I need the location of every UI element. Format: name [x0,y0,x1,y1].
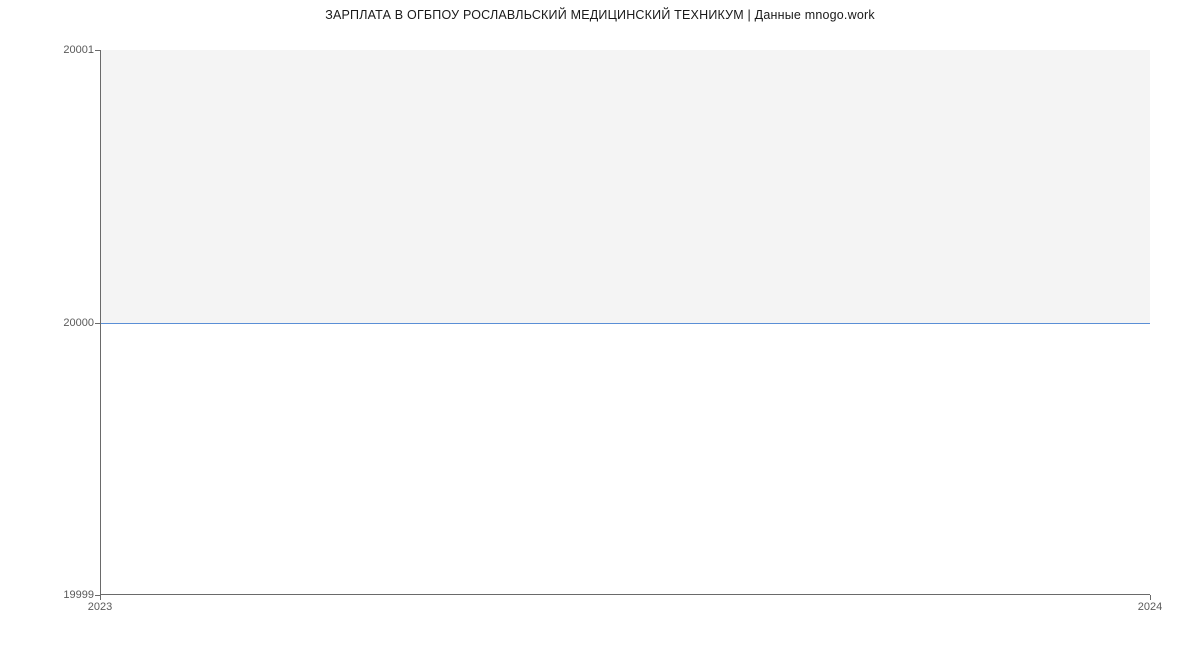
y-tick-label: 20001 [63,44,100,56]
x-axis [100,594,1150,595]
chart-plot-area: 20001 20000 19999 2023 2024 [100,50,1150,595]
plot-background-upper [100,50,1150,323]
y-tick-label: 20000 [63,317,100,329]
chart-title: ЗАРПЛАТА В ОГБПОУ РОСЛАВЛЬСКИЙ МЕДИЦИНСК… [0,0,1200,22]
data-line [100,323,1150,324]
x-tick-label: 2023 [88,595,112,613]
y-axis [100,50,101,595]
x-tick-label: 2024 [1138,595,1162,613]
